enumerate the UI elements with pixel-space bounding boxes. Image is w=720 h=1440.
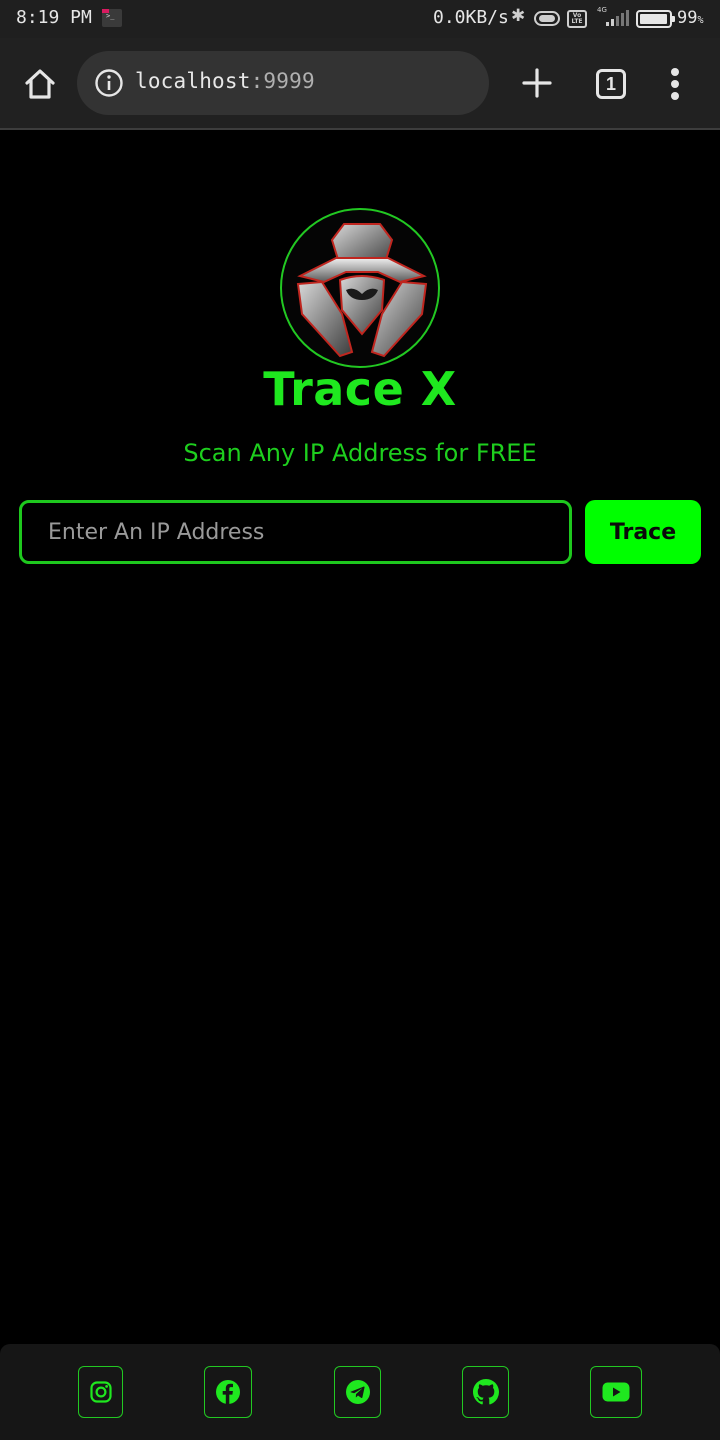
url-text[interactable]: localhost:9999 xyxy=(135,69,315,93)
youtube-icon xyxy=(602,1382,630,1402)
telegram-link[interactable] xyxy=(334,1366,381,1418)
social-footer xyxy=(0,1344,720,1440)
hacker-mask-icon xyxy=(296,223,428,358)
bluetooth-icon: ✱ xyxy=(511,6,526,26)
status-bar: 8:19 PM 0.0KB/s ✱ Vo LTE 4G 99% xyxy=(0,0,720,38)
youtube-link[interactable] xyxy=(590,1366,642,1418)
github-icon xyxy=(472,1379,499,1405)
facebook-link[interactable] xyxy=(204,1366,252,1418)
info-icon[interactable] xyxy=(94,68,124,98)
more-vert-icon[interactable] xyxy=(662,66,688,102)
terminal-notification-icon xyxy=(102,9,122,27)
url-port: :9999 xyxy=(250,69,315,93)
telegram-icon xyxy=(345,1380,370,1404)
app-title: Trace X xyxy=(263,362,457,416)
instagram-link[interactable] xyxy=(78,1366,123,1418)
data-saver-icon xyxy=(534,11,560,26)
trace-button[interactable]: Trace xyxy=(585,500,701,564)
facebook-icon xyxy=(216,1380,240,1404)
signal-icon xyxy=(596,10,629,26)
github-link[interactable] xyxy=(462,1366,509,1418)
ip-address-input[interactable] xyxy=(19,500,572,564)
battery-icon xyxy=(636,10,675,28)
instagram-icon xyxy=(89,1381,112,1403)
plus-icon[interactable] xyxy=(520,66,554,100)
hacker-logo xyxy=(280,208,440,368)
url-host: localhost xyxy=(135,69,251,93)
network-speed: 0.0KB/s xyxy=(433,7,509,28)
address-bar[interactable]: localhost:9999 xyxy=(77,51,489,115)
home-icon[interactable] xyxy=(20,64,60,104)
battery-percent: 99% xyxy=(677,8,704,28)
tabs-button[interactable]: 1 xyxy=(596,69,626,99)
browser-toolbar: localhost:9999 1 xyxy=(0,38,720,130)
volte-icon: Vo LTE xyxy=(567,10,587,28)
status-time: 8:19 PM xyxy=(16,7,92,28)
app-subtitle: Scan Any IP Address for FREE xyxy=(183,439,537,467)
